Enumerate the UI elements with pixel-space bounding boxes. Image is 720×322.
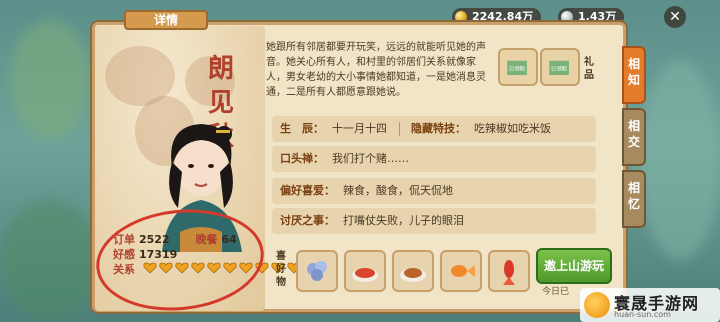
red-fish-icon [503, 260, 515, 285]
birthday-key: 生 辰： [280, 122, 324, 135]
birthday-value: 十一月十四 [332, 122, 387, 135]
dislike-value: 打嘴仗失败，儿子的眼泪 [343, 214, 464, 227]
gift-item[interactable]: 已领取 [540, 48, 580, 86]
favorite-item[interactable] [488, 250, 530, 292]
info-row-birthday: 生 辰： 十一月十四 隐藏特技： 吃辣椒如吃米饭 [272, 116, 596, 142]
divider [398, 122, 400, 136]
character-description: 她跟所有邻居都要开玩笑，远远的就能听见她的声音。她关心所有人，和村里的邻居们关系… [266, 42, 486, 98]
meat-dish-icon [400, 268, 426, 282]
blue-flower-icon [307, 261, 327, 281]
favorite-item[interactable] [392, 250, 434, 292]
hidden-trait-value: 吃辣椒如吃米饭 [474, 122, 551, 135]
favorite-item[interactable] [296, 250, 338, 292]
tab-xiangzhi[interactable]: 相知 [622, 46, 646, 104]
background-foliage [0, 200, 100, 320]
catchphrase-key: 口头禅： [280, 152, 324, 165]
gift-item[interactable]: 已领取 [498, 48, 538, 86]
watermark: 寰晟手游网 huan-sun.com [580, 288, 720, 322]
info-row-dislike: 讨厌之事： 打嘴仗失败，儿子的眼泪 [272, 208, 596, 234]
svg-text:已领取: 已领取 [509, 65, 526, 73]
favorite-item[interactable] [440, 250, 482, 292]
panel-title: 详情 [124, 10, 208, 30]
background-foliage [640, 60, 720, 260]
background-foliage [10, 20, 90, 140]
today-text: 今日已 [542, 287, 570, 297]
dislike-key: 讨厌之事： [280, 214, 335, 227]
gift-label: 礼品 [584, 57, 594, 81]
watermark-logo-icon [584, 292, 610, 318]
invite-button[interactable]: 邀上山游玩 [536, 248, 612, 284]
gift-box-icon: 已领取 [507, 60, 527, 76]
gift-box-icon: 已领取 [549, 60, 569, 76]
spicy-dish-icon [352, 268, 378, 282]
gift-section: 已领取 已领取 礼品 [498, 48, 610, 92]
favorites-label: 喜好物 [276, 251, 286, 288]
close-button[interactable]: ✕ [664, 6, 686, 28]
svg-text:已领取: 已领取 [551, 65, 568, 73]
hobby-value: 辣食，酸食，侃天侃地 [343, 184, 453, 197]
info-row-catchphrase: 口头禅： 我们打个赌…… [272, 146, 596, 172]
tab-xiangyi[interactable]: 相忆 [622, 170, 646, 228]
watermark-url: huan-sun.com [614, 310, 671, 319]
favorite-item[interactable] [344, 250, 386, 292]
goldfish-icon [451, 265, 475, 277]
hidden-trait-key: 隐藏特技： [411, 122, 466, 135]
hobby-key: 偏好喜爱： [280, 184, 335, 197]
info-row-hobby: 偏好喜爱： 辣食，酸食，侃天侃地 [272, 178, 596, 204]
catchphrase-value: 我们打个赌…… [332, 152, 409, 165]
close-icon: ✕ [669, 9, 681, 25]
tab-xiangjiao[interactable]: 相交 [622, 108, 646, 166]
